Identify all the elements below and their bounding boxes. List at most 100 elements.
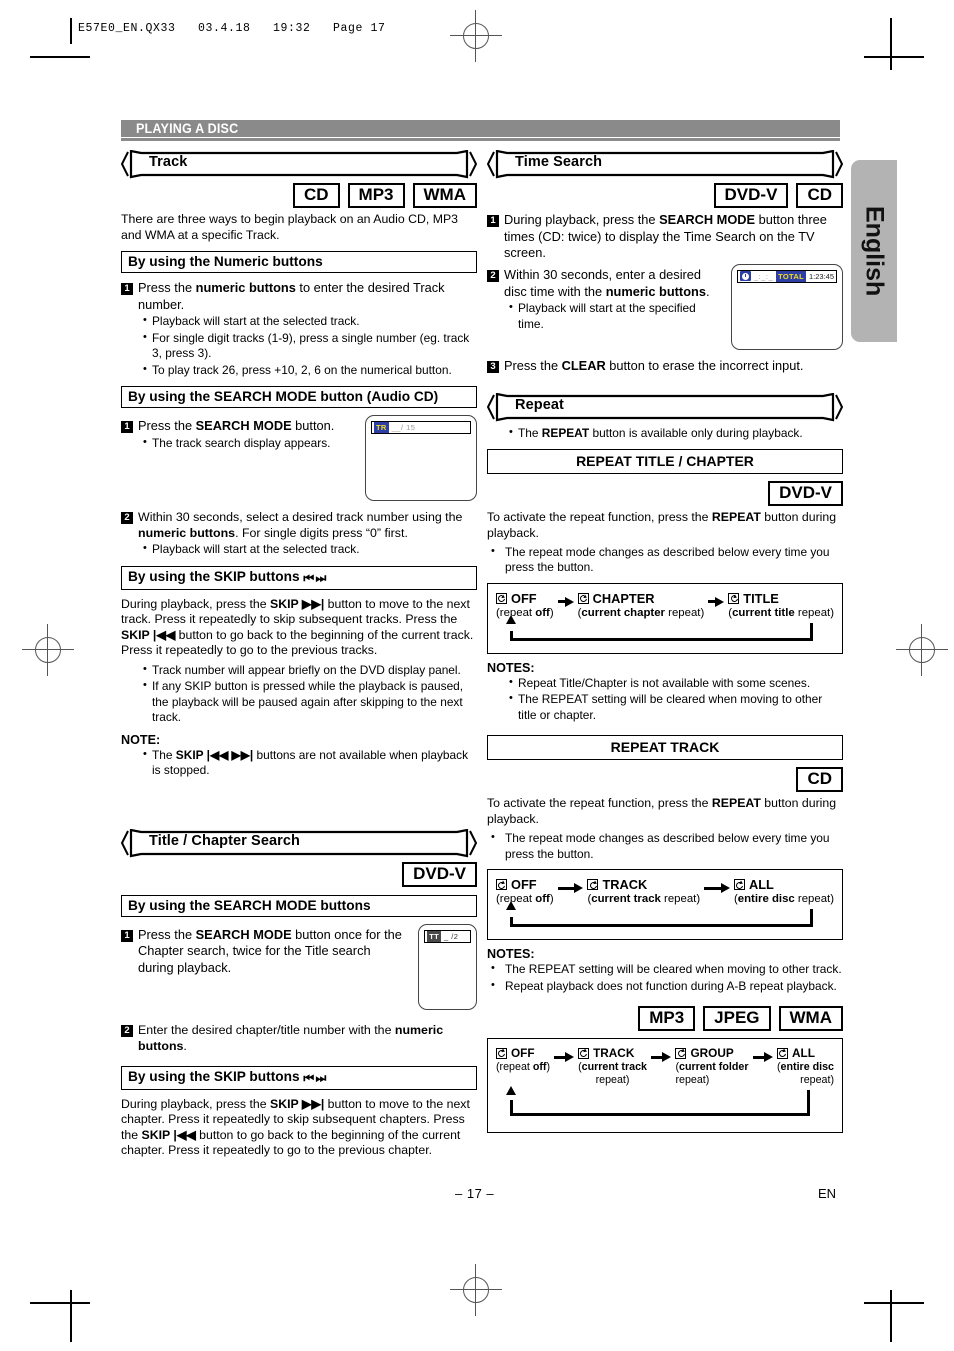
step-number: 2 (121, 512, 133, 525)
para-bold-2: SKIP |◀◀ (121, 627, 176, 642)
osd-value: __/ 15 (391, 423, 416, 433)
badges-repeat-track: CD (487, 767, 843, 793)
flow-node-sub: (entire disc repeat) (734, 893, 834, 905)
list-item: To play track 26, press +10, 2, 6 on the… (143, 362, 477, 378)
left-column: Track CD MP3 WMA There are three ways to… (121, 150, 477, 1163)
time-search-row: 2 Within 30 seconds, enter a desired dis… (487, 263, 843, 350)
step-text-pre: Press the (504, 357, 562, 373)
badges-title-chapter: DVD-V (121, 861, 477, 887)
step-text-pre: Within 30 seconds, select a desired trac… (138, 510, 463, 525)
para-bold: REPEAT (711, 510, 761, 525)
sub-bold: entire disc (737, 893, 795, 906)
step-text-post: . (183, 1038, 187, 1053)
flow-arrow (557, 883, 584, 894)
step-tc-2: 2 Enter the desired chapter/title number… (121, 1022, 477, 1054)
sub-bold: off (535, 893, 550, 906)
step-text: Within 30 seconds, select a desired trac… (138, 509, 477, 541)
track-intro: There are three ways to begin playback o… (121, 212, 458, 242)
step-text: Press the SEARCH MODE button. (138, 418, 355, 435)
ribbon-title-chapter-title: Title / Chapter Search (149, 832, 301, 849)
badges-repeat-media: MP3 JPEG WMA (487, 1006, 843, 1032)
notes-heading-tc: NOTES: (487, 660, 535, 675)
step-text: Within 30 seconds, enter a desired disc … (504, 267, 721, 300)
osd-title-search: TT _ /2 (418, 923, 477, 1010)
flow-node-sub: (repeat off) (496, 1061, 550, 1073)
osd-time-value: _:_:_ (753, 271, 774, 281)
note-heading-skip: NOTE: (121, 732, 161, 747)
section-title-rule (121, 138, 840, 141)
clock-icon (740, 271, 751, 282)
flow-node-track: TRACK (current track repeat) (587, 877, 700, 905)
lead-bold: REPEAT (541, 425, 590, 440)
badge-dvd-v: DVD-V (713, 183, 789, 209)
ribbon-repeat: Repeat (487, 392, 843, 422)
step-text-post: . (705, 283, 710, 299)
flow-node-group: GROUP (current folder repeat) (675, 1046, 749, 1087)
sub-bold: current title (732, 606, 795, 619)
flow-node-sub: (current folder (675, 1061, 748, 1073)
step-number: 1 (121, 929, 133, 942)
flow-node-sub: (current title repeat) (728, 607, 834, 619)
repeat-track-bullets: The repeat mode changes as described bel… (487, 830, 843, 862)
sub-b: ) (546, 1061, 551, 1074)
flow-arrow (557, 596, 574, 607)
repeat-loop-icon (496, 879, 507, 891)
step-text: Press the numeric buttons to enter the d… (138, 280, 477, 313)
repeat-loop-icon (587, 879, 599, 891)
right-column: Time Search DVD-V CD 1 During playback, … (487, 150, 843, 1134)
osd-bar: TT _ /2 (424, 929, 471, 943)
step-text-pre: Press the (138, 280, 196, 295)
repeat-loop-icon (675, 1047, 687, 1059)
flow-node-label: TRACK (602, 877, 648, 893)
sub-b: repeat) (664, 606, 705, 619)
list-item: The REPEAT setting will be cleared when … (491, 961, 843, 977)
bullets-skip-track: Track number will appear briefly on the … (121, 662, 477, 726)
section-title-bar: PLAYING A DISC (121, 120, 840, 137)
flow-node-sub: (repeat off) (496, 893, 554, 905)
badges-track: CD MP3 WMA (121, 183, 477, 209)
step-time-3: 3 Press the CLEAR button to erase the in… (487, 358, 843, 375)
skip-chapter-para: During playback, press the SKIP ▶▶| butt… (121, 1097, 477, 1159)
subhead-search-mode-buttons: By using the SEARCH MODE buttons (121, 894, 477, 917)
bullets-numeric: Playback will start at the selected trac… (121, 313, 477, 378)
step-searchmode-2: 2 Within 30 seconds, select a desired tr… (121, 509, 477, 541)
skip-icons: ⏮ ⏭ (303, 1070, 326, 1085)
flow-node-label-row: GROUP (675, 1046, 748, 1060)
badge-dvd-v: DVD-V (768, 481, 843, 507)
language-tab: English (851, 160, 897, 342)
para-part-1: During playback, press the (121, 1096, 271, 1111)
ribbon-track: Track (121, 150, 477, 179)
language-code: EN (818, 1186, 837, 1201)
bullets-searchmode-2: Playback will start at the selected trac… (121, 541, 477, 557)
subhead-repeat-track: REPEAT TRACK (487, 735, 843, 761)
note-pre: The (152, 747, 176, 762)
flow-node-off: OFF (repeat off) (496, 591, 554, 619)
step-text-post: . For single digits press “0” first. (235, 526, 408, 541)
para-bold-1: SKIP ▶▶| (270, 596, 325, 611)
list-item: Repeat playback does not function during… (491, 978, 843, 994)
flow-row: OFF (repeat off) CHAPTER (current chapte… (496, 591, 834, 619)
repeat-track-flow: OFF (repeat off) TRACK (current track re… (487, 869, 843, 941)
flow-node-chapter: CHAPTER (current chapter repeat) (577, 591, 705, 619)
ribbon-time-search-title: Time Search (515, 154, 603, 170)
language-tab-label: English (860, 205, 889, 297)
note-bullets-skip: The SKIP |◀◀ ▶▶| buttons are not availab… (121, 747, 477, 779)
flow-node-sub: (current chapter repeat) (578, 607, 705, 619)
flow-node-label: GROUP (690, 1046, 734, 1061)
subhead-numeric-buttons: By using the Numeric buttons (121, 251, 477, 273)
flow-node-sub2: repeat) (675, 1074, 710, 1087)
flow-node-sub2: repeat) (595, 1074, 630, 1087)
sub-b: repeat) (794, 893, 835, 906)
sub-bold: current chapter (581, 606, 665, 619)
osd-bar: _:_:_ TOTAL 1:23:45 (737, 269, 837, 283)
list-item: Playback will start at the selected trac… (143, 313, 477, 329)
section-title-text: PLAYING A DISC (136, 121, 239, 136)
step-text-bold: SEARCH MODE (659, 212, 756, 228)
flow-node-label: OFF (511, 590, 537, 606)
flow-node-all: ALL (entire disc repeat) (776, 1046, 834, 1086)
flow-row: OFF (repeat off) TRACK (current track re… (496, 877, 834, 905)
flow-row: OFF (repeat off) TRACK (current track re… (496, 1046, 834, 1086)
list-item: If any SKIP button is pressed while the … (143, 678, 477, 725)
badge-jpeg: JPEG (703, 1006, 771, 1032)
notes-tc: Repeat Title/Chapter is not available wi… (487, 675, 843, 723)
